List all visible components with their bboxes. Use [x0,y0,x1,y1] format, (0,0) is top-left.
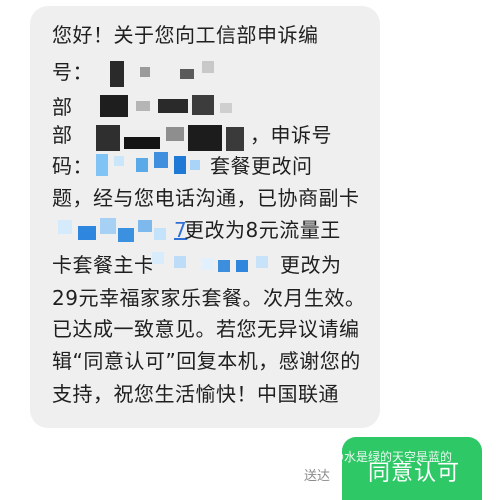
message-line-9: 29元幸福家家乐套餐。次月生效。 [52,286,366,310]
delivered-status: 送达 [304,469,331,484]
message-line-12: 支持，祝您生活愉快！中国联通 [52,382,339,406]
redaction-mosaic-primary-card [152,246,280,276]
message-line-10: 已达成一致意见。若您无异议请编 [52,317,360,341]
message-line-4a: 部 [52,123,73,147]
message-line-6: 题，经与您电话沟通，已协商副卡 [52,186,360,210]
message-line-1: 您好！关于您向工信部申诉编 [52,23,319,47]
message-line-11: 辑“同意认可”回复本机，感谢您的 [52,349,361,373]
redaction-mosaic-secondary-card [54,212,174,246]
redaction-mosaic-complaint-code [96,150,206,182]
message-line-7: 更改为8元流量王 [184,218,341,242]
watermark: @水是绿的天空是蓝的 [332,450,453,464]
sent-reply-bubble[interactable]: 同意认可 [342,437,482,500]
message-line-8b: 更改为 [280,253,342,277]
message-line-8a: 卡套餐主卡 [52,253,155,277]
message-line-3: 部 [52,95,73,119]
